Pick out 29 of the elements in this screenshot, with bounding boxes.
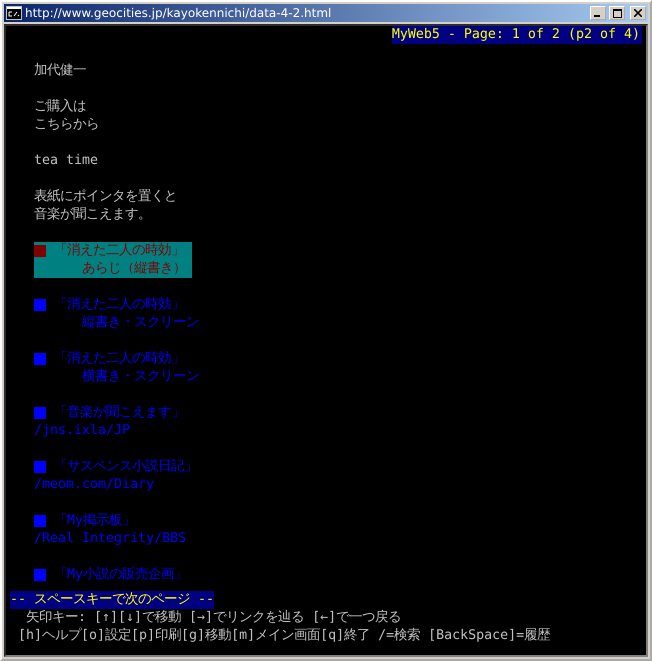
- square-bullet-icon: [34, 407, 46, 419]
- page-text: ご購入は こちらから: [34, 98, 100, 134]
- square-bullet-icon: [34, 569, 46, 581]
- page-indicator: MyWeb5 - Page: 1 of 2 (p2 of 4): [392, 26, 642, 44]
- status-prompt: -- スペースキーで次のページ --: [10, 591, 214, 609]
- console-icon: [6, 6, 22, 20]
- square-bullet-icon: [34, 353, 46, 365]
- maximize-icon: [612, 8, 622, 18]
- maximize-button[interactable]: [609, 6, 625, 20]
- link[interactable]: 「My掲示板」 /Real Integrity/BBS: [34, 512, 192, 548]
- help-line: 矢印キー: [↑][↓]で移動 [→]でリンクを辿る [←]で一つ戻る: [25, 609, 402, 627]
- close-button[interactable]: [630, 6, 646, 20]
- link[interactable]: 「音楽が聞こえます」 /jns.ixla/JP: [34, 404, 190, 440]
- link[interactable]: 「My小説の販売企画」: [34, 566, 194, 584]
- page-text: tea time: [34, 152, 100, 170]
- page-text: 加代健一: [34, 62, 87, 80]
- window-title: http://www.geocities.jp/kayokennichi/data-4-2.html: [25, 6, 332, 20]
- square-bullet-icon: [34, 245, 46, 257]
- minimize-button[interactable]: [590, 6, 606, 20]
- link[interactable]: 「消えた二人の時効」 縦書き・スクリーン: [34, 296, 205, 332]
- square-bullet-icon: [34, 299, 46, 311]
- link[interactable]: 「消えた二人の時効」 あらじ（縦書き）: [34, 242, 192, 278]
- help-line: [h]ヘルプ[o]設定[p]印刷[g]移動[m]メイン画面[q]終了 /=検索 [BackSpace]=履歴: [17, 627, 552, 645]
- square-bullet-icon: [34, 461, 46, 473]
- close-icon: [634, 9, 642, 17]
- page-text: 表紙にポインタを置くと 音楽が聞こえます。: [34, 188, 178, 224]
- square-bullet-icon: [34, 515, 46, 527]
- link[interactable]: 「消えた二人の時効」 横書き・スクリーン: [34, 350, 205, 386]
- link[interactable]: 「サスペンス小説日記」 /meom.com/Diary: [34, 458, 203, 494]
